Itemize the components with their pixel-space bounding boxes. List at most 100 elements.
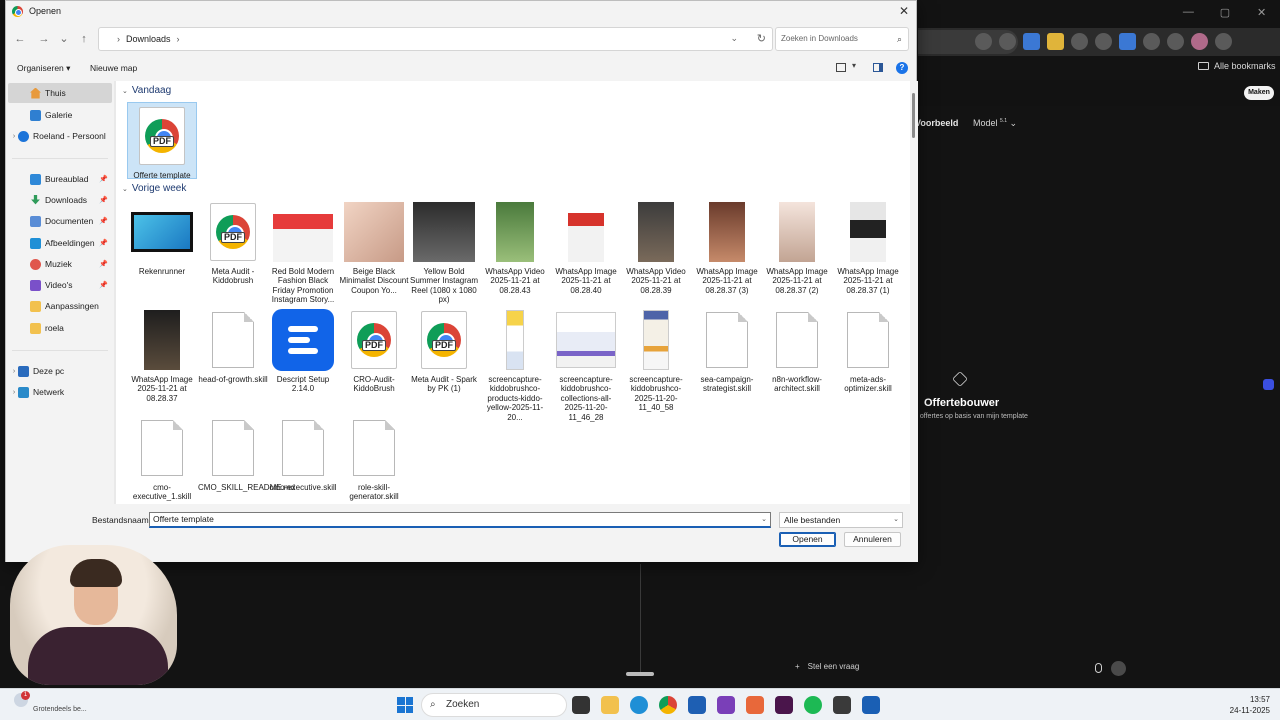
start-button[interactable] [397,697,413,713]
chrome-icon[interactable] [659,696,677,714]
chevron-down-icon[interactable]: ⌄ [761,513,767,526]
file-item[interactable]: cmo-executive_1.skill [127,415,197,502]
file-item[interactable]: cmo-executive.skill [268,415,338,492]
minimize-icon[interactable]: — [1178,6,1198,22]
menu-icon[interactable] [1215,33,1232,50]
file-item[interactable]: Yellow Bold Summer Instagram Reel (1080 … [409,199,479,305]
sidebar-item-bureaublad[interactable]: Bureaublad 📌 [8,169,112,189]
file-item[interactable]: WhatsApp Image 2025-11-21 at 08.28.37 [127,307,197,403]
file-item[interactable]: screencapture-kiddobrushco-collections-a… [551,307,621,422]
sidebar-item-aanpassingen[interactable]: Aanpassingen [8,296,112,316]
help-icon[interactable]: ? [896,62,908,74]
file-item[interactable]: meta-ads-optimizer.skill [833,307,903,394]
ask-input[interactable]: + Stel een vraag [795,662,859,671]
slack-icon[interactable] [775,696,793,714]
preview-pane-icon[interactable] [873,63,883,72]
sidebar-item-thuis[interactable]: Thuis [8,83,112,103]
weather-text[interactable]: Grotendeels be... [33,706,87,713]
breadcrumb-downloads[interactable]: Downloads [126,34,171,44]
dialog-close-button[interactable]: ✕ [896,3,912,19]
file-explorer-icon[interactable] [601,696,619,714]
file-item[interactable]: WhatsApp Image 2025-11-21 at 08.28.37 (3… [692,199,762,295]
store-icon[interactable] [688,696,706,714]
file-item[interactable]: screencapture-kiddobrushco-products-kidd… [480,307,550,422]
side-extension-icon[interactable] [1263,379,1274,390]
taskview-icon[interactable] [572,696,590,714]
chevron-down-icon[interactable]: ⌄ [122,185,128,193]
refresh-icon[interactable]: ↻ [757,32,766,45]
sidebar-item-videos[interactable]: Video's 📌 [8,275,112,295]
search-input[interactable]: Zoeken in Downloads ⌕ [775,27,909,51]
file-item[interactable]: WhatsApp Video 2025-11-21 at 08.28.43 [480,199,550,295]
sidebar-item-roela[interactable]: roela [8,318,112,338]
file-item[interactable]: WhatsApp Image 2025-11-21 at 08.28.37 (1… [833,199,903,295]
voorbeeld-tab[interactable]: Voorbeeld [915,118,958,128]
sidebar-item-netwerk[interactable]: › Netwerk [8,382,112,402]
app-icon[interactable] [717,696,735,714]
extension-icon[interactable] [1047,33,1064,50]
pin-icon[interactable]: 📌 [99,217,108,225]
app-icon[interactable] [746,696,764,714]
sidebar-item-galerie[interactable]: Galerie [8,105,112,125]
chevron-down-icon[interactable]: ⌄ [730,33,738,44]
sidebar-item-downloads[interactable]: Downloads 📌 [8,190,112,210]
sidebar-item-onedrive[interactable]: › Roeland - Persoonl [8,126,112,146]
extension-icon[interactable] [1119,33,1136,50]
new-folder-button[interactable]: Nieuwe map [90,63,137,73]
extension-icon[interactable] [1023,33,1040,50]
puzzle-icon[interactable] [1143,33,1160,50]
chevron-down-icon[interactable]: ⌄ [893,513,899,527]
scrollbar-thumb[interactable] [912,93,915,138]
maximize-icon[interactable]: ▢ [1215,6,1235,22]
file-item[interactable]: Descript Setup 2.14.0 [268,307,338,394]
file-item[interactable]: screencapture-kiddobrushco-2025-11-20-11… [621,307,691,413]
zoom-icon[interactable] [975,33,992,50]
extension-icon[interactable] [1071,33,1088,50]
filetype-select[interactable]: Alle bestanden ⌄ [779,512,903,528]
file-item[interactable]: PDF CRO-Audit-KiddoBrush [339,307,409,394]
file-item[interactable]: role-skill-generator.skill [339,415,409,502]
file-item[interactable]: Red Bold Modern Fashion Black Friday Pro… [268,199,338,305]
file-item[interactable]: WhatsApp Image 2025-11-21 at 08.28.40 [551,199,621,295]
star-icon[interactable] [999,33,1016,50]
breadcrumb[interactable]: › Downloads › ⌄ ↻ [98,27,773,51]
cancel-button[interactable]: Annuleren [844,532,901,547]
send-button[interactable] [1111,661,1126,676]
file-item[interactable]: CMO_SKILL_README.md [198,415,295,492]
pin-icon[interactable]: 📌 [99,239,108,247]
file-item[interactable]: WhatsApp Image 2025-11-21 at 08.28.37 (2… [762,199,832,295]
file-item[interactable]: n8n-workflow-architect.skill [762,307,832,394]
file-item[interactable]: sea-campaign-strategist.skill [692,307,762,394]
file-item[interactable]: head-of-growth.skill [198,307,268,384]
taskbar-search[interactable]: ⌕ Zoeken [421,693,567,717]
file-item[interactable]: PDF Meta Audit - Spark by PK (1) [409,307,479,394]
pin-icon[interactable]: 📌 [99,175,108,183]
group-header-today[interactable]: ⌄ Vandaag [122,85,171,96]
chevron-down-icon[interactable]: ⌄ [122,87,128,95]
extension-icon[interactable] [1095,33,1112,50]
recent-chevron-icon[interactable]: ⌄ [56,31,72,47]
scroll-handle[interactable] [626,672,654,676]
pin-icon[interactable]: 📌 [99,196,108,204]
plus-icon[interactable]: + [795,662,800,671]
download-icon[interactable] [1167,33,1184,50]
file-item[interactable]: PDF Meta Audit - Kiddobrush [198,199,268,286]
back-arrow-icon[interactable]: ← [12,31,28,47]
profile-avatar[interactable] [1191,33,1208,50]
open-button[interactable]: Openen [779,532,836,547]
word-icon[interactable] [862,696,880,714]
forward-arrow-icon[interactable]: → [36,31,52,47]
view-icon[interactable] [836,63,846,72]
microphone-icon[interactable] [1095,663,1102,673]
chevron-down-icon[interactable]: ▾ [852,61,856,70]
file-item[interactable]: WhatsApp Video 2025-11-21 at 08.28.39 [621,199,691,295]
all-bookmarks-button[interactable]: Alle bookmarks [1198,61,1276,71]
sidebar-item-documenten[interactable]: Documenten 📌 [8,211,112,231]
file-list-scrollbar[interactable] [910,81,918,504]
pin-icon[interactable]: 📌 [99,281,108,289]
maken-button[interactable]: Maken [1244,86,1274,100]
organize-menu[interactable]: Organiseren ▾ [17,63,70,74]
model-selector[interactable]: Model 5.1 ⌄ [973,118,1017,129]
notepad-icon[interactable] [833,696,851,714]
close-icon[interactable]: ✕ [1252,6,1272,22]
